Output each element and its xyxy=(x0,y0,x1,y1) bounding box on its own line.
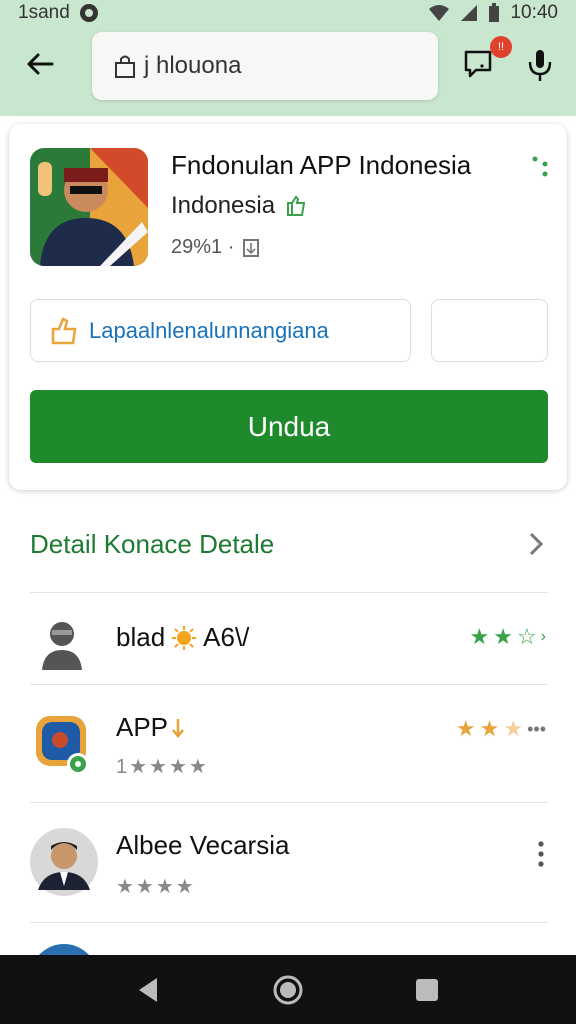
chevron-right-icon xyxy=(529,532,544,556)
home-circle-icon[interactable] xyxy=(270,972,306,1008)
star-filled-icon: ★ xyxy=(455,716,476,741)
hand-icon xyxy=(51,316,77,344)
app-developer[interactable]: Indonesia xyxy=(171,192,307,220)
back-triangle-icon[interactable] xyxy=(131,972,167,1008)
user-icon xyxy=(30,606,98,674)
list-item-title: APP xyxy=(116,712,186,743)
status-bar: 1sand 10:40 xyxy=(0,0,576,26)
status-right: 10:40 xyxy=(428,2,558,24)
more-icon: › xyxy=(540,628,546,645)
list-item-title-suffix: A6\/ xyxy=(203,622,250,652)
list-item-title-text: blad xyxy=(116,622,166,652)
verified-icon xyxy=(287,195,306,216)
shopping-bag-icon xyxy=(114,53,136,79)
app-meta-text: 29%1 · xyxy=(171,236,235,258)
divider xyxy=(30,592,548,593)
list-item-subtitle: ★★★★ xyxy=(116,876,196,898)
detail-section-header[interactable]: Detail Konace Detale xyxy=(0,512,576,576)
mic-icon xyxy=(528,50,552,81)
list-item-title-text: APP xyxy=(116,712,169,742)
promo-banner[interactable]: Lapaalnlenalunnangiana xyxy=(30,299,411,362)
more-vert-icon xyxy=(538,841,544,867)
list-item[interactable]: blad A6\/ ★ ★ ☆ › xyxy=(0,594,576,684)
divider xyxy=(30,922,548,923)
app-title: Fndonulan APP Indonesia xyxy=(171,150,472,180)
battery-icon xyxy=(489,3,500,22)
star-filled-icon: ★ xyxy=(493,624,513,649)
search-input[interactable]: j hlouona xyxy=(92,32,438,100)
more-vert-icon xyxy=(532,156,548,177)
status-time: 10:40 xyxy=(510,2,558,23)
list-item[interactable] xyxy=(0,924,576,955)
notification-icon xyxy=(79,4,98,22)
avatar xyxy=(30,828,98,896)
signal-icon xyxy=(461,5,478,21)
rating-stars: ★ ★ ★ ••• xyxy=(456,716,546,742)
app-logo-icon xyxy=(30,708,98,776)
app-icon[interactable] xyxy=(30,148,148,266)
download-size-icon xyxy=(243,238,260,257)
system-nav-bar xyxy=(0,955,576,1024)
mic-button[interactable] xyxy=(526,48,562,88)
list-item[interactable]: APP 1★★★★ ★ ★ ★ ••• xyxy=(0,686,576,800)
star-outline-icon: ☆ xyxy=(516,624,537,649)
list-item[interactable]: Albee Vecarsia ★★★★ xyxy=(0,804,576,920)
status-left: 1sand xyxy=(18,2,98,24)
rating-stars: ★ ★ ☆ › xyxy=(469,624,546,650)
secondary-button[interactable] xyxy=(431,299,548,362)
list-item-title: blad A6\/ xyxy=(116,622,249,653)
search-text: j hlouona xyxy=(144,52,242,79)
notification-badge: !! xyxy=(490,36,512,58)
list-item-subtitle: 1★★★★ xyxy=(116,756,209,778)
app-developer-name: Indonesia xyxy=(171,192,276,219)
back-arrow-icon xyxy=(27,53,54,75)
recents-square-icon[interactable] xyxy=(409,972,445,1008)
arrow-down-icon xyxy=(172,718,184,738)
more-horiz-icon[interactable]: ••• xyxy=(527,719,546,740)
back-button[interactable] xyxy=(20,48,60,88)
detail-title: Detail Konace Detale xyxy=(30,528,275,559)
more-options-button[interactable] xyxy=(536,840,546,868)
app-card: Fndonulan APP Indonesia Indonesia 29%1 ·… xyxy=(9,124,567,490)
divider xyxy=(30,684,548,685)
sun-icon xyxy=(172,625,197,650)
app-meta: 29%1 · xyxy=(171,236,260,259)
divider xyxy=(30,802,548,803)
promo-text: Lapaalnlenalunnangiana xyxy=(89,317,329,343)
status-carrier: 1sand xyxy=(18,2,70,23)
more-options-button[interactable] xyxy=(531,154,551,184)
avatar xyxy=(30,944,98,955)
list-item-title: Albee Vecarsia xyxy=(116,830,290,860)
install-button[interactable]: Undua xyxy=(30,390,548,463)
wifi-icon xyxy=(429,5,450,21)
star-filled-icon: ★ xyxy=(469,624,490,649)
top-bar: j hlouona !! xyxy=(0,26,576,116)
star-half-icon: ★ xyxy=(503,716,524,741)
star-filled-icon: ★ xyxy=(479,716,500,741)
chat-icon xyxy=(464,50,492,78)
